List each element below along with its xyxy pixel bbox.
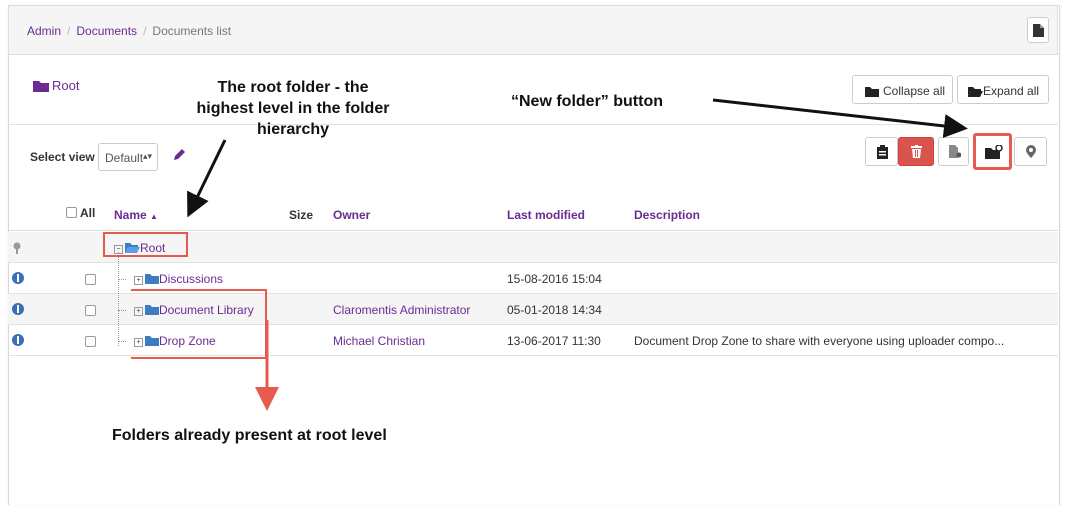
row-checkbox[interactable] — [85, 274, 96, 285]
tree-guide — [118, 279, 126, 280]
breadcrumb-current: Documents list — [152, 24, 232, 38]
breadcrumb: Admin / Documents / Documents list — [27, 24, 232, 38]
annotation-box-root — [103, 232, 188, 257]
folder-icon — [33, 81, 49, 92]
tree-guide — [118, 310, 126, 311]
divider — [8, 124, 1058, 125]
file-icon — [949, 145, 961, 158]
delete-button[interactable] — [898, 137, 934, 166]
annotation-box-folders — [131, 289, 267, 359]
select-view-label: Select view — [30, 150, 95, 164]
header-last-modified[interactable]: Last modified — [507, 208, 585, 222]
breadcrumb-documents[interactable]: Documents — [76, 24, 137, 38]
clipboard-button[interactable] — [865, 137, 898, 166]
select-view-dropdown[interactable]: Default ▴▾ — [98, 143, 158, 171]
header-all[interactable]: All — [80, 206, 95, 220]
annotation-root-folder: The root folder - the highest level in t… — [196, 79, 390, 138]
map-marker-icon — [1026, 145, 1036, 158]
document-button[interactable] — [1027, 17, 1049, 43]
header-name[interactable]: Name ▲ — [114, 208, 158, 222]
folder-link[interactable]: Discussions — [159, 272, 223, 286]
trash-icon — [911, 145, 922, 158]
table-header: All Name ▲ Size Owner Last modified Desc… — [8, 198, 1058, 231]
annotation-new-folder: “New folder” button — [511, 93, 663, 110]
document-icon — [1033, 24, 1044, 37]
owner-cell[interactable]: Michael Christian — [333, 334, 425, 348]
owner-cell[interactable]: Claromentis Administrator — [333, 303, 470, 317]
expand-all-button[interactable]: Expand all — [957, 75, 1049, 104]
key-icon — [13, 242, 21, 254]
description-cell: Document Drop Zone to share with everyon… — [634, 334, 1005, 348]
select-all-checkbox[interactable] — [66, 207, 77, 218]
folder-name-cell[interactable]: + Discussions — [134, 272, 223, 286]
clipboard-icon — [877, 145, 888, 159]
header-owner[interactable]: Owner — [333, 208, 370, 222]
info-icon[interactable] — [12, 334, 24, 346]
row-checkbox[interactable] — [85, 336, 96, 347]
select-view-value: Default — [105, 151, 144, 165]
info-icon[interactable] — [12, 303, 24, 315]
header-size[interactable]: Size — [289, 208, 313, 222]
chevron-down-icon: ▴▾ — [142, 151, 152, 161]
last-modified-cell: 13-06-2017 11:30 — [507, 334, 601, 348]
tree-guide — [118, 252, 119, 346]
location-button[interactable] — [1014, 137, 1047, 166]
folder-icon — [865, 87, 879, 97]
folder-icon — [145, 274, 159, 284]
pencil-icon[interactable] — [172, 148, 186, 162]
annotation-folders-present: Folders already present at root level — [112, 427, 387, 444]
top-bar: Admin / Documents / Documents list — [8, 5, 1058, 55]
row-checkbox[interactable] — [85, 305, 96, 316]
tree-guide — [118, 341, 126, 342]
page-title: Root — [33, 78, 79, 93]
new-folder-button[interactable] — [973, 133, 1012, 170]
expand-icon[interactable]: + — [134, 276, 143, 285]
last-modified-cell: 15-08-2016 15:04 — [507, 272, 602, 286]
last-modified-cell: 05-01-2018 14:34 — [507, 303, 602, 317]
new-file-button[interactable] — [938, 137, 969, 166]
folder-open-icon — [968, 87, 983, 97]
new-folder-icon — [985, 145, 1003, 159]
collapse-all-button[interactable]: Collapse all — [852, 75, 953, 104]
breadcrumb-admin[interactable]: Admin — [27, 24, 61, 38]
header-description[interactable]: Description — [634, 208, 700, 222]
info-icon[interactable] — [12, 272, 24, 284]
